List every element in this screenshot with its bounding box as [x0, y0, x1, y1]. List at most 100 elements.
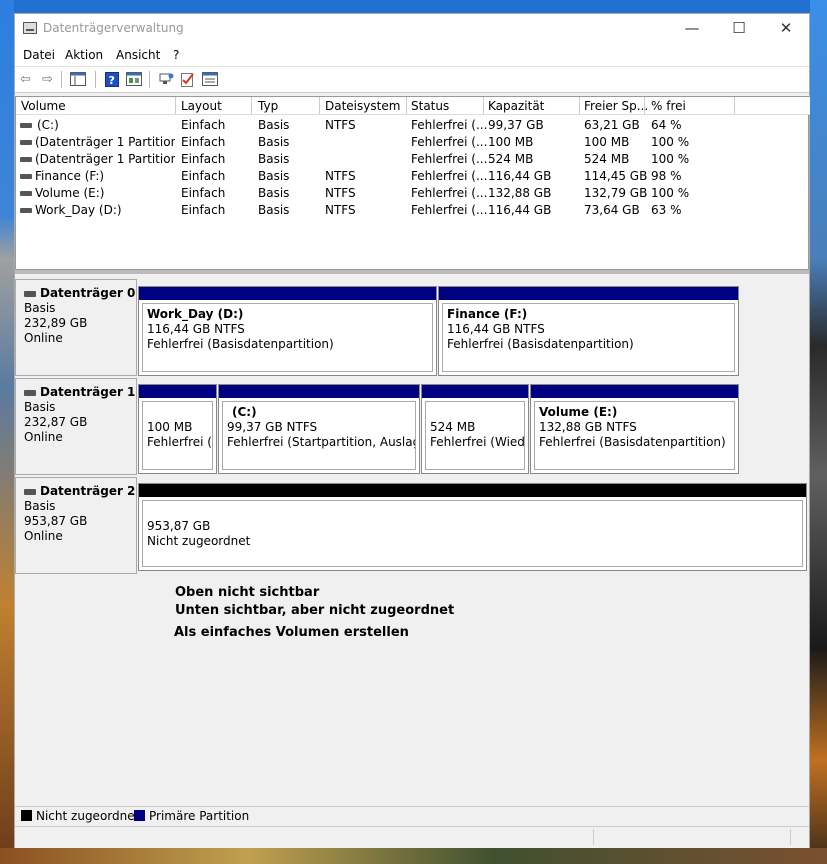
partition-body: 100 MB Fehlerfrei (EI	[142, 401, 213, 470]
column-header-dateisystem[interactable]: Dateisystem	[325, 99, 400, 113]
volume-list-header: Volume Layout Typ Dateisystem Status Kap…	[16, 97, 810, 115]
forward-icon[interactable]: ⇨	[39, 72, 56, 87]
settings-icon[interactable]	[201, 72, 218, 87]
cell-status: Fehlerfrei (...	[411, 135, 488, 149]
cell-layout: Einfach	[181, 135, 226, 149]
partition-volume-e[interactable]: Volume (E:) 132,88 GB NTFS Fehlerfrei (B…	[530, 384, 739, 474]
column-header-kapazitaet[interactable]: Kapazität	[488, 99, 544, 113]
disk-state: Online	[24, 529, 63, 543]
toolbar: ⇦ ⇨ ?	[15, 66, 809, 93]
help-icon[interactable]: ?	[103, 72, 120, 87]
table-row[interactable]: Work_Day (D:) Einfach Basis NTFS Fehlerf…	[16, 202, 810, 219]
disk-name: Datenträger 0	[40, 286, 136, 300]
partition-size: 524 MB	[430, 420, 476, 434]
column-divider[interactable]	[175, 97, 176, 114]
partition-type-bar	[531, 385, 738, 398]
maximize-button[interactable]: ☐	[716, 14, 762, 44]
column-header-status[interactable]: Status	[411, 99, 449, 113]
pane-splitter[interactable]	[15, 270, 809, 274]
connect-icon[interactable]	[157, 72, 174, 87]
cell-freier-speicher: 73,64 GB	[584, 203, 640, 217]
partition-name: Finance (F:)	[447, 307, 528, 321]
status-bar-divider	[790, 829, 791, 845]
cell-volume: (Datenträger 1 Partition 5)	[35, 152, 175, 166]
column-header-typ[interactable]: Typ	[258, 99, 278, 113]
menu-ansicht[interactable]: Ansicht	[116, 48, 160, 62]
disk-name: Datenträger 2	[40, 484, 136, 498]
column-divider[interactable]	[406, 97, 407, 114]
table-row[interactable]: (Datenträger 1 Partition 2) Einfach Basi…	[16, 134, 810, 151]
check-icon[interactable]	[179, 72, 196, 87]
cell-dateisystem: NTFS	[325, 118, 356, 132]
cell-status: Fehlerfrei (...	[411, 169, 488, 183]
disk-state: Online	[24, 331, 63, 345]
disk-graph-view: Datenträger 0 Basis 232,89 GB Online Wor…	[15, 276, 809, 804]
partition-work-day[interactable]: Work_Day (D:) 116,44 GB NTFS Fehlerfrei …	[138, 286, 437, 376]
menu-help[interactable]: ?	[173, 48, 179, 62]
legend: Nicht zugeordnet Primäre Partition	[15, 806, 809, 825]
volume-icon	[20, 191, 32, 196]
partition-type-bar	[139, 287, 436, 300]
column-divider[interactable]	[251, 97, 252, 114]
column-header-freier-speicher[interactable]: Freier Sp...	[584, 99, 648, 113]
disk-0-label[interactable]: Datenträger 0 Basis 232,89 GB Online	[15, 279, 137, 376]
properties-icon[interactable]	[125, 72, 142, 87]
partition-finance[interactable]: Finance (F:) 116,44 GB NTFS Fehlerfrei (…	[438, 286, 739, 376]
menu-bar: Datei Aktion Ansicht ?	[15, 44, 809, 66]
table-row[interactable]: Finance (F:) Einfach Basis NTFS Fehlerfr…	[16, 168, 810, 185]
cell-layout: Einfach	[181, 186, 226, 200]
minimize-button[interactable]: —	[669, 14, 715, 44]
cell-kapazitaet: 132,88 GB	[488, 186, 552, 200]
partition-recovery[interactable]: 524 MB Fehlerfrei (Wieder	[421, 384, 529, 474]
partition-c[interactable]: (C:) 99,37 GB NTFS Fehlerfrei (Startpart…	[218, 384, 420, 474]
column-divider[interactable]	[734, 97, 735, 114]
console-tree-icon[interactable]	[69, 72, 86, 87]
legend-label: Nicht zugeordnet	[36, 809, 140, 823]
menu-datei[interactable]: Datei	[23, 48, 55, 62]
column-header-prozent-frei[interactable]: % frei	[651, 99, 686, 113]
table-row[interactable]: (C:) Einfach Basis NTFS Fehlerfrei (... …	[16, 117, 810, 134]
partition-body: Volume (E:) 132,88 GB NTFS Fehlerfrei (B…	[534, 401, 735, 470]
partition-body: Work_Day (D:) 116,44 GB NTFS Fehlerfrei …	[142, 303, 433, 372]
disk-size: 232,89 GB	[24, 316, 88, 330]
title-bar: Datenträgerverwaltung — ☐ ✕	[15, 14, 809, 44]
cell-freier-speicher: 114,45 GB	[584, 169, 648, 183]
back-icon[interactable]: ⇦	[17, 72, 34, 87]
column-divider[interactable]	[579, 97, 580, 114]
disk-2-label[interactable]: Datenträger 2 Basis 953,87 GB Online	[15, 477, 137, 574]
menu-aktion[interactable]: Aktion	[65, 48, 103, 62]
disk-state: Online	[24, 430, 63, 444]
column-divider[interactable]	[644, 97, 645, 114]
disk-size: 232,87 GB	[24, 415, 88, 429]
column-divider[interactable]	[483, 97, 484, 114]
cell-prozent-frei: 100 %	[651, 186, 690, 200]
partition-type-bar	[139, 385, 216, 398]
cell-kapazitaet: 116,44 GB	[488, 169, 552, 183]
close-button[interactable]: ✕	[763, 14, 809, 44]
cell-volume: (Datenträger 1 Partition 2)	[35, 135, 175, 149]
disk-icon	[24, 290, 36, 297]
disk-name: Datenträger 1	[40, 385, 136, 399]
cell-freier-speicher: 524 MB	[584, 152, 630, 166]
cell-typ: Basis	[258, 186, 290, 200]
column-divider[interactable]	[319, 97, 320, 114]
partition-unallocated[interactable]: 953,87 GB Nicht zugeordnet	[138, 483, 807, 571]
table-row[interactable]: Volume (E:) Einfach Basis NTFS Fehlerfre…	[16, 185, 810, 202]
desktop-background-left	[0, 0, 14, 864]
cell-layout: Einfach	[181, 169, 226, 183]
table-row[interactable]: (Datenträger 1 Partition 5) Einfach Basi…	[16, 151, 810, 168]
partition-efi[interactable]: 100 MB Fehlerfrei (EI	[138, 384, 217, 474]
partition-body: 953,87 GB Nicht zugeordnet	[142, 500, 803, 567]
partition-status: Fehlerfrei (Basisdatenpartition)	[147, 337, 334, 351]
partition-type-bar	[219, 385, 419, 398]
volume-icon	[20, 208, 32, 213]
partition-status: Nicht zugeordnet	[147, 534, 251, 548]
window-title: Datenträgerverwaltung	[43, 21, 184, 35]
partition-size: 953,87 GB	[147, 519, 211, 533]
disk-1-label[interactable]: Datenträger 1 Basis 232,87 GB Online	[15, 378, 137, 475]
column-header-volume[interactable]: Volume	[21, 99, 66, 113]
cell-freier-speicher: 132,79 GB	[584, 186, 648, 200]
disk-management-window: Datenträgerverwaltung — ☐ ✕ Datei Aktion…	[14, 13, 810, 848]
column-header-layout[interactable]: Layout	[181, 99, 222, 113]
legend-label: Primäre Partition	[149, 809, 250, 823]
